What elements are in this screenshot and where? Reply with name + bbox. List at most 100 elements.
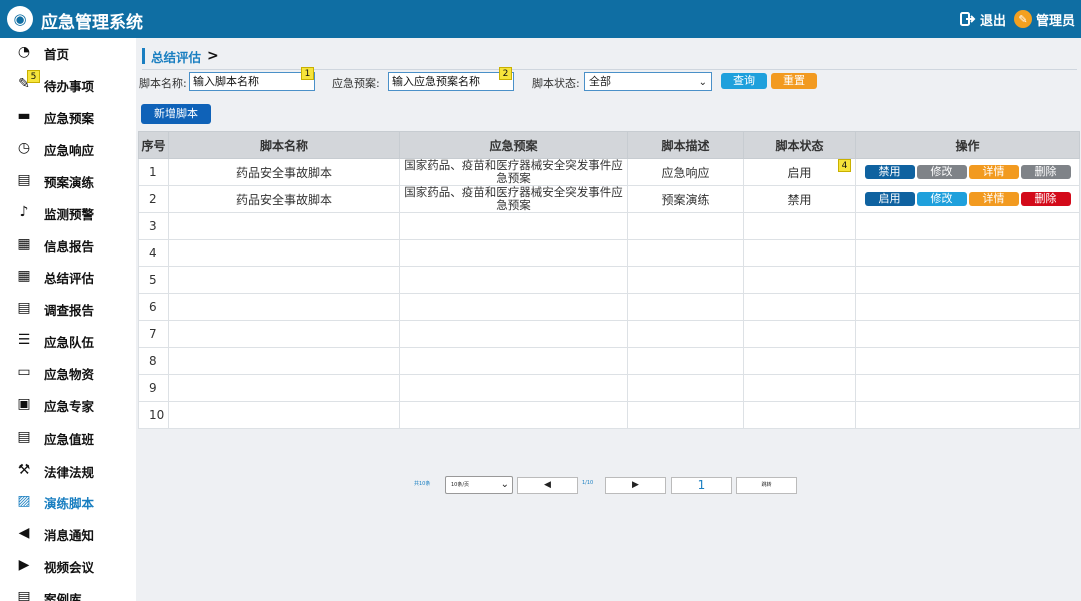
- annotation-tag-4: 4: [838, 159, 851, 172]
- empty-cell: [743, 293, 856, 321]
- sidebar-item-label: 监测预警: [44, 207, 95, 222]
- script-name-input[interactable]: 输入脚本名称: [189, 72, 315, 91]
- page-size-value: 10条/页: [451, 482, 470, 488]
- empty-cell: [627, 266, 744, 294]
- user-menu[interactable]: ✎ 管理员: [1014, 10, 1076, 29]
- clock-icon: ◷: [17, 140, 31, 156]
- row-ops: 禁用 修改 详情 删除: [855, 158, 1080, 186]
- sidebar-item[interactable]: ◀ 消息通知: [0, 519, 136, 547]
- empty-cell: [168, 347, 400, 375]
- sidebar-item[interactable]: ◔ 首页: [0, 38, 136, 66]
- empty-cell: [627, 239, 744, 267]
- sidebar-item[interactable]: ▦ 总结评估: [0, 262, 136, 290]
- empty-cell: [855, 239, 1080, 267]
- empty-cell: [855, 320, 1080, 348]
- sidebar-item[interactable]: ◷ 应急响应: [0, 134, 136, 162]
- add-script-button[interactable]: 新增脚本: [141, 104, 211, 124]
- user-name: 管理员: [1036, 13, 1076, 29]
- sidebar-item[interactable]: ▭ 应急物资: [0, 358, 136, 386]
- script-name-label: 脚本名称:: [139, 77, 187, 90]
- sidebar-item[interactable]: ▬ 应急预案: [0, 102, 136, 130]
- empty-cell: [743, 374, 856, 402]
- row-seq: 6: [138, 293, 169, 321]
- top-bar: ◉ 应急管理系统 退出 ✎ 管理员: [0, 0, 1081, 38]
- avatar-icon: ✎: [1014, 10, 1032, 28]
- disable-button[interactable]: 禁用: [864, 165, 915, 179]
- reset-button[interactable]: 重置: [771, 73, 817, 89]
- breadcrumb-current[interactable]: 总结评估: [151, 47, 201, 66]
- prev-page-button[interactable]: ◀: [517, 477, 578, 494]
- empty-cell: [399, 320, 628, 348]
- sidebar-item[interactable]: ▤ 应急值班: [0, 423, 136, 451]
- table-icon: ▦: [17, 268, 31, 284]
- sidebar-item-label: 调查报告: [44, 303, 95, 318]
- sidebar-item-label: 应急预案: [44, 111, 95, 126]
- sidebar-item-label: 视频会议: [44, 560, 95, 575]
- detail-button[interactable]: 详情: [968, 165, 1019, 179]
- delete-button[interactable]: 删除: [1020, 165, 1071, 179]
- query-button[interactable]: 查询: [721, 73, 767, 89]
- sidebar-item-label: 总结评估: [44, 271, 95, 286]
- plan-label: 应急预案:: [332, 77, 380, 90]
- empty-cell: [168, 239, 400, 267]
- bullhorn-icon: ◀: [18, 525, 30, 541]
- col-plan: 应急预案: [399, 131, 628, 159]
- sidebar-item-label: 预案演练: [44, 175, 95, 190]
- page-size-select[interactable]: 10条/页 ⌄: [445, 476, 513, 494]
- empty-cell: [743, 212, 856, 240]
- list-icon: ☰: [17, 332, 31, 348]
- sidebar-item[interactable]: ▤ 调查报告: [0, 294, 136, 322]
- sidebar-item-label: 待办事项: [44, 79, 95, 94]
- edit-button[interactable]: 修改: [916, 165, 967, 179]
- row-seq: 5: [138, 266, 169, 294]
- empty-cell: [743, 266, 856, 294]
- sidebar-item[interactable]: ✎ 待办事项 5: [0, 70, 136, 98]
- script-table: 序号 脚本名称 应急预案 脚本描述 脚本状态 操作 1 药品安全事故脚本 国家药…: [138, 131, 1080, 429]
- sidebar-item[interactable]: ▨ 演练脚本: [0, 487, 136, 515]
- empty-cell: [168, 401, 400, 429]
- breadcrumb: 总结评估 >: [142, 46, 219, 66]
- enable-button[interactable]: 启用: [864, 192, 915, 206]
- plan-input[interactable]: 输入应急预案名称: [388, 72, 514, 91]
- sidebar-item[interactable]: ♪ 监测预警: [0, 198, 136, 226]
- row-status: 禁用: [743, 185, 856, 213]
- table-row: 3: [138, 212, 1080, 240]
- empty-cell: [168, 212, 400, 240]
- next-page-button[interactable]: ▶: [605, 477, 666, 494]
- table-row: 10: [138, 401, 1080, 429]
- row-seq: 4: [138, 239, 169, 267]
- status-select[interactable]: 全部 ⌄: [584, 72, 712, 91]
- pager-page-info: 1/10: [582, 480, 594, 486]
- image-icon: ▨: [17, 493, 31, 509]
- annotation-tag-2: 2: [499, 67, 512, 80]
- sidebar-item[interactable]: ▤ 案例库: [0, 583, 136, 601]
- empty-cell: [627, 320, 744, 348]
- empty-cell: [855, 401, 1080, 429]
- sidebar-item[interactable]: ⚒ 法律法规: [0, 456, 136, 484]
- app-title: 应急管理系统: [41, 13, 143, 33]
- table-row: 8: [138, 347, 1080, 375]
- sidebar-item[interactable]: ☰ 应急队伍: [0, 326, 136, 354]
- detail-button[interactable]: 详情: [968, 192, 1019, 206]
- empty-cell: [855, 374, 1080, 402]
- jump-button[interactable]: 跳转: [736, 477, 797, 494]
- sidebar-item[interactable]: ▤ 预案演练: [0, 166, 136, 194]
- pager-total: 共10条: [414, 481, 431, 487]
- row-plan: 国家药品、疫苗和医疗器械安全突发事件应急预案: [399, 185, 628, 213]
- sidebar-item[interactable]: ▣ 应急专家: [0, 390, 136, 418]
- edit-button[interactable]: 修改: [916, 192, 967, 206]
- empty-cell: [743, 401, 856, 429]
- sidebar-item[interactable]: ▶ 视频会议: [0, 551, 136, 579]
- row-plan: 国家药品、疫苗和医疗器械安全突发事件应急预案: [399, 158, 628, 186]
- delete-button[interactable]: 删除: [1020, 192, 1071, 206]
- status-label: 脚本状态:: [532, 77, 580, 90]
- sidebar-item[interactable]: ▦ 信息报告: [0, 230, 136, 258]
- col-desc: 脚本描述: [627, 131, 744, 159]
- empty-cell: [855, 266, 1080, 294]
- notification-badge: 5: [27, 70, 40, 83]
- table-row: 7: [138, 320, 1080, 348]
- logout-button[interactable]: 退出: [960, 10, 1006, 29]
- empty-cell: [627, 374, 744, 402]
- file-text-icon: ▤: [17, 300, 31, 316]
- page-number-input[interactable]: 1: [671, 477, 732, 494]
